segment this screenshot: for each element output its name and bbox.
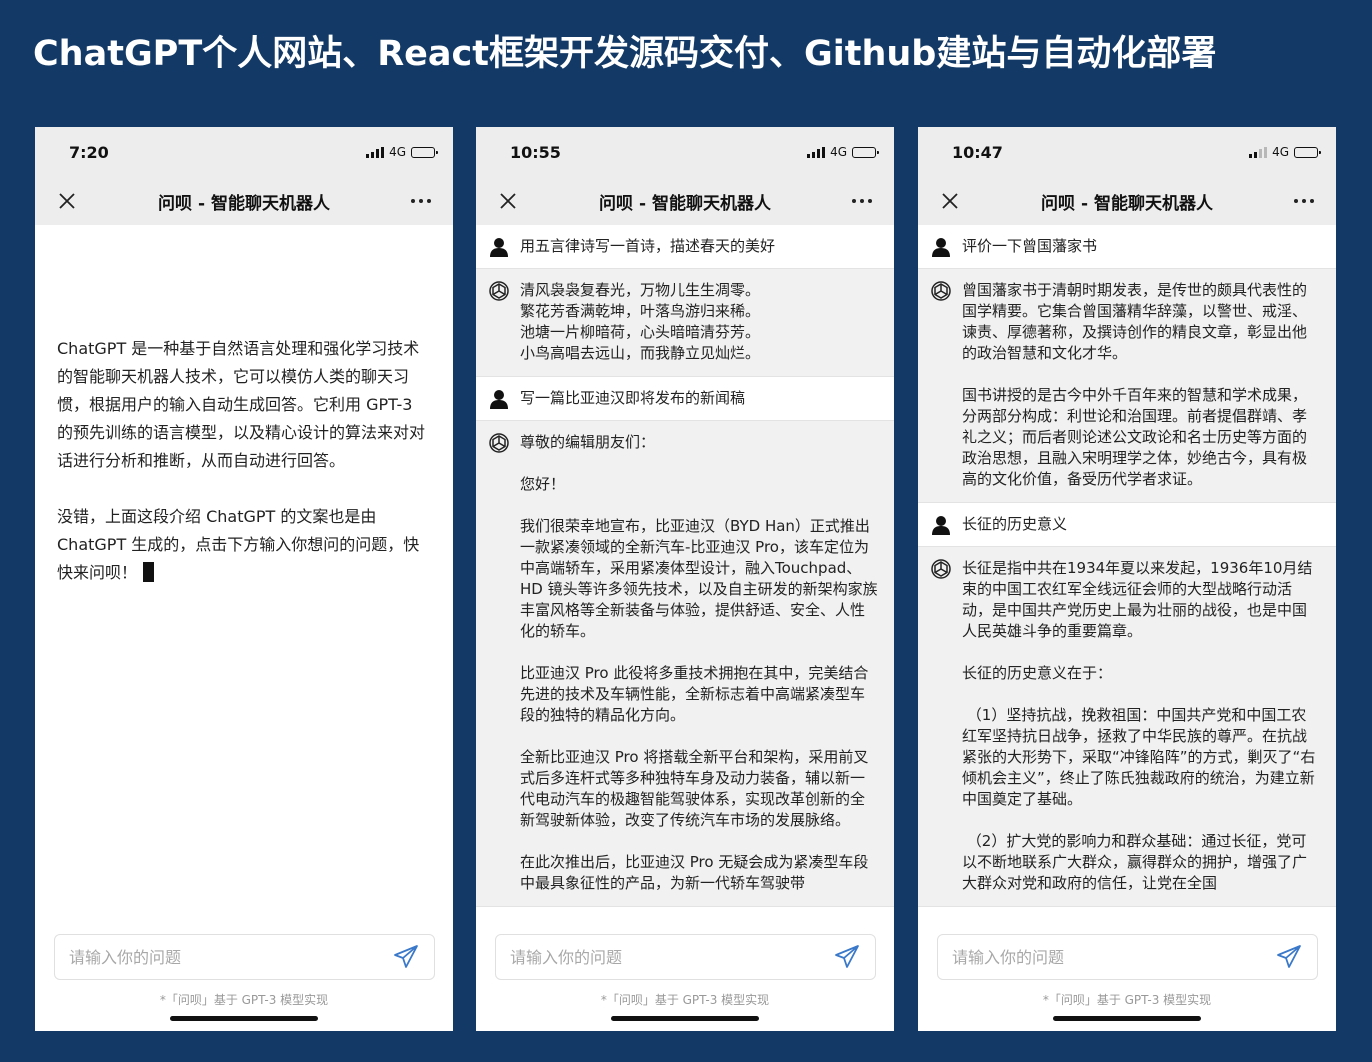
message-text: 用五言律诗写一首诗，描述春天的美好 xyxy=(520,236,775,258)
send-icon[interactable] xyxy=(833,943,861,971)
input-bar xyxy=(937,934,1318,980)
battery-icon xyxy=(411,146,438,158)
home-indicator[interactable] xyxy=(1053,1016,1201,1021)
footnote: *「问呗」基于 GPT-3 模型实现 xyxy=(159,993,329,1007)
signal-icon xyxy=(366,146,385,158)
user-message: 用五言律诗写一首诗，描述春天的美好 xyxy=(476,225,894,269)
message-text: 长征的历史意义 xyxy=(962,514,1067,536)
page-title: 问呗 - 智能聊天机器人 xyxy=(599,193,771,214)
message-text: 尊敬的编辑朋友们： 您好！ 我们很荣幸地宣布，比亚迪汉（BYD Han）正式推出一款… xyxy=(520,432,878,894)
user-message: 写一篇比亚迪汉即将发布的新闻稿 xyxy=(476,377,894,421)
chatgpt-logo-icon xyxy=(930,558,952,580)
input-bar xyxy=(495,934,876,980)
message-paragraph: 您好！ xyxy=(520,475,566,493)
chat-area[interactable]: 用五言律诗写一首诗，描述春天的美好清风袅袅复春光，万物儿生生凋零。 繁花芳香满乾… xyxy=(476,225,894,915)
home-indicator[interactable] xyxy=(170,1016,318,1021)
status-bar: 10:55 4G xyxy=(476,127,894,177)
battery-icon xyxy=(852,146,879,158)
message-text: 清风袅袅复春光，万物儿生生凋零。 繁花芳香满乾坤，叶落鸟游归来稀。 池塘一片柳暗… xyxy=(520,280,760,364)
network-type: 4G xyxy=(1272,145,1289,159)
home-indicator[interactable] xyxy=(611,1016,759,1021)
status-bar: 7:20 4G xyxy=(35,127,453,177)
message-paragraph: （2）扩大党的影响力和群众基础：通过长征，党可以不断地联系广大群众，赢得群众的拥… xyxy=(962,832,1308,892)
chatgpt-logo-icon xyxy=(488,432,510,454)
page-title: 问呗 - 智能聊天机器人 xyxy=(1041,193,1213,214)
message-text: 评价一下曾国藩家书 xyxy=(962,236,1097,258)
chat-area[interactable]: ChatGPT 是一种基于自然语言处理和强化学习技术的智能聊天机器人技术，它可以… xyxy=(35,225,453,915)
phone-screen-1: 7:20 4G 问呗 - 智能聊天机器人 ChatGPT 是一种基于自然语言处理… xyxy=(35,127,453,1031)
message-text: 写一篇比亚迪汉即将发布的新闻稿 xyxy=(520,388,745,410)
intro-paragraph: ChatGPT 是一种基于自然语言处理和强化学习技术的智能聊天机器人技术，它可以… xyxy=(57,339,426,470)
message-paragraph: （1）坚持抗战，挽救祖国：中国共产党和中国工农红军坚持抗日战争，拯救了中华民族的… xyxy=(962,706,1316,808)
question-input[interactable] xyxy=(952,947,1275,967)
phone-screen-3: 10:47 4G 问呗 - 智能聊天机器人 评价一下曾国藩家书曾国藩家书于清朝时… xyxy=(918,127,1336,1031)
nav-bar: 问呗 - 智能聊天机器人 xyxy=(918,177,1336,225)
message-paragraph: 曾国藩家书于清朝时期发表，是传世的颇具代表性的国学精要。它集合曾国藩精华辞藻，以… xyxy=(962,281,1308,362)
user-avatar-icon xyxy=(930,236,952,258)
chat-area[interactable]: 评价一下曾国藩家书曾国藩家书于清朝时期发表，是传世的颇具代表性的国学精要。它集合… xyxy=(918,225,1336,915)
user-avatar-icon xyxy=(488,236,510,258)
message-paragraph: 我们很荣幸地宣布，比亚迪汉（BYD Han）正式推出一款紧凑领域的全新汽车-比亚… xyxy=(520,517,878,640)
close-icon[interactable] xyxy=(940,191,960,211)
message-paragraph: 国书讲授的是古今中外千百年来的智慧和学术成果，分两部分构成：利世论和治国理。前者… xyxy=(962,386,1308,488)
bot-message: 清风袅袅复春光，万物儿生生凋零。 繁花芳香满乾坤，叶落鸟游归来稀。 池塘一片柳暗… xyxy=(476,269,894,377)
message-text: 长征是指中共在1934年夏以来发起，1936年10月结束的中国工农红军全线远征会… xyxy=(962,558,1320,894)
network-type: 4G xyxy=(389,145,406,159)
intro-paragraph: 没错，上面这段介绍 ChatGPT 的文案也是由 ChatGPT 生成的，点击下… xyxy=(57,503,431,587)
footnote: *「问呗」基于 GPT-3 模型实现 xyxy=(600,993,770,1007)
intro-text: ChatGPT 是一种基于自然语言处理和强化学习技术的智能聊天机器人技术，它可以… xyxy=(35,225,453,587)
status-time: 10:47 xyxy=(952,142,1003,162)
more-icon[interactable] xyxy=(850,197,874,205)
user-message: 长征的历史意义 xyxy=(918,503,1336,547)
message-paragraph: 清风袅袅复春光，万物儿生生凋零。 繁花芳香满乾坤，叶落鸟游归来稀。 池塘一片柳暗… xyxy=(520,281,761,362)
more-icon[interactable] xyxy=(1292,197,1316,205)
message-paragraph: 尊敬的编辑朋友们： xyxy=(520,433,656,451)
status-time: 10:55 xyxy=(510,142,561,162)
nav-bar: 问呗 - 智能聊天机器人 xyxy=(35,177,453,225)
message-paragraph: 长征的历史意义 xyxy=(962,515,1068,533)
close-icon[interactable] xyxy=(498,191,518,211)
phone-screen-2: 10:55 4G 问呗 - 智能聊天机器人 用五言律诗写一首诗，描述春天的美好清… xyxy=(476,127,894,1031)
status-bar: 10:47 4G xyxy=(918,127,1336,177)
message-paragraph: 长征的历史意义在于： xyxy=(962,664,1113,682)
signal-icon xyxy=(1249,146,1268,158)
message-paragraph: 用五言律诗写一首诗，描述春天的美好 xyxy=(520,237,776,255)
message-paragraph: 全新比亚迪汉 Pro 将搭载全新平台和架构，采用前叉式后多连杆式等多种独特车身及… xyxy=(520,748,869,829)
message-paragraph: 评价一下曾国藩家书 xyxy=(962,237,1098,255)
message-text: 曾国藩家书于清朝时期发表，是传世的颇具代表性的国学精要。它集合曾国藩精华辞藻，以… xyxy=(962,280,1320,490)
send-icon[interactable] xyxy=(1275,943,1303,971)
user-avatar-icon xyxy=(930,514,952,536)
user-avatar-icon xyxy=(488,388,510,410)
message-paragraph: 在此次推出后，比亚迪汉 Pro 无疑会成为紧凑型车段中最具象征性的产品，为新一代… xyxy=(520,853,869,892)
nav-bar: 问呗 - 智能聊天机器人 xyxy=(476,177,894,225)
intro-paragraph-text: 没错，上面这段介绍 ChatGPT 的文案也是由 ChatGPT 生成的，点击下… xyxy=(57,507,420,582)
message-paragraph: 长征是指中共在1934年夏以来发起，1936年10月结束的中国工农红军全线远征会… xyxy=(962,559,1313,640)
user-message: 评价一下曾国藩家书 xyxy=(918,225,1336,269)
footnote: *「问呗」基于 GPT-3 模型实现 xyxy=(1042,993,1212,1007)
chatgpt-logo-icon xyxy=(488,280,510,302)
input-bar xyxy=(54,934,435,980)
page-title: 问呗 - 智能聊天机器人 xyxy=(158,193,330,214)
banner-title: ChatGPT个人网站、React框架开发源码交付、Github建站与自动化部署 xyxy=(33,34,1217,74)
message-paragraph: 写一篇比亚迪汉即将发布的新闻稿 xyxy=(520,389,746,407)
signal-icon xyxy=(807,146,826,158)
message-paragraph: 比亚迪汉 Pro 此役将多重技术拥抱在其中，完美结合先进的技术及车辆性能，全新标… xyxy=(520,664,869,724)
chatgpt-logo-icon xyxy=(930,280,952,302)
close-icon[interactable] xyxy=(57,191,77,211)
bot-message: 曾国藩家书于清朝时期发表，是传世的颇具代表性的国学精要。它集合曾国藩精华辞藻，以… xyxy=(918,269,1336,503)
typing-cursor xyxy=(143,562,155,582)
network-type: 4G xyxy=(830,145,847,159)
send-icon[interactable] xyxy=(392,943,420,971)
status-time: 7:20 xyxy=(69,142,109,162)
battery-icon xyxy=(1294,146,1321,158)
question-input[interactable] xyxy=(510,947,833,967)
question-input[interactable] xyxy=(69,947,392,967)
bot-message: 长征是指中共在1934年夏以来发起，1936年10月结束的中国工农红军全线远征会… xyxy=(918,547,1336,907)
bot-message: 尊敬的编辑朋友们： 您好！ 我们很荣幸地宣布，比亚迪汉（BYD Han）正式推出一款… xyxy=(476,421,894,907)
more-icon[interactable] xyxy=(409,197,433,205)
